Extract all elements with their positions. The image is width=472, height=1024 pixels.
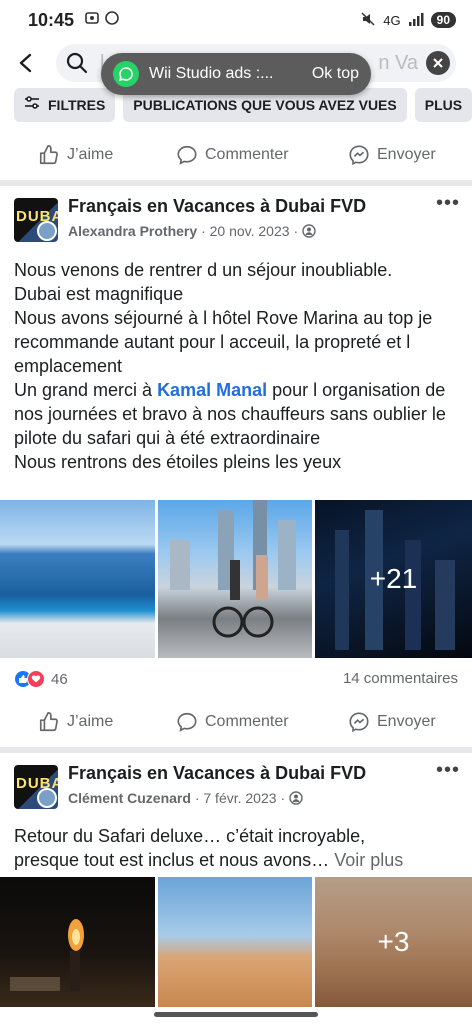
battery-level: 90	[430, 12, 456, 28]
photo-bikes-marina[interactable]	[158, 500, 312, 658]
more-options-button[interactable]: •••	[436, 192, 460, 215]
audience-icon	[302, 223, 316, 239]
close-icon	[433, 58, 443, 68]
status-bar: 10:45 4G 90	[0, 0, 472, 40]
post-photos: +21	[0, 500, 472, 658]
post-header: DUBA Français en Vacances à Dubai FVD Cl…	[0, 759, 472, 819]
whatsapp-icon	[113, 61, 139, 87]
mute-icon	[360, 11, 376, 30]
post-text-line: Nous venons de rentrer d un séjour inoub…	[14, 260, 393, 280]
author-name[interactable]: Clément Cuzenard	[68, 790, 191, 806]
love-reaction-icon	[27, 670, 45, 688]
post-text-line: Dubai est magnifique	[14, 284, 184, 304]
feed-divider	[0, 180, 472, 186]
photo-desert-dunes[interactable]	[158, 877, 312, 1007]
clear-search-button[interactable]	[426, 51, 450, 75]
more-photos-count: +3	[315, 877, 472, 1007]
status-time: 10:45	[28, 9, 75, 30]
post-text-line: Nous rentrons des étoiles pleins les yeu…	[14, 452, 342, 472]
group-avatar[interactable]: DUBA	[14, 198, 58, 242]
post-actions: J’aime Commenter Envoyer	[0, 135, 472, 175]
mention-link[interactable]: Kamal Manal	[157, 380, 267, 400]
gesture-navigation-bar[interactable]	[154, 1012, 318, 1017]
like-button[interactable]: J’aime	[38, 144, 113, 166]
search-icon	[66, 52, 88, 74]
messenger-icon	[349, 145, 369, 166]
filter-chip-label: PUBLICATIONS QUE VOUS AVEZ VUES	[133, 97, 397, 113]
comment-button[interactable]: Commenter	[176, 711, 289, 733]
author-avatar	[37, 788, 57, 808]
post-header: DUBA Français en Vacances à Dubai FVD Al…	[0, 192, 472, 252]
post-date[interactable]: 7 févr. 2023	[203, 790, 276, 806]
comment-icon	[177, 712, 197, 732]
post-text-line: Retour du Safari deluxe… c’était incroya…	[14, 826, 366, 846]
photo-fire-show[interactable]	[0, 877, 155, 1007]
post-meta: Alexandra Prothery · 20 nov. 2023 ·	[68, 223, 316, 239]
filter-chip-more[interactable]: PLUS	[414, 88, 472, 122]
group-name[interactable]: Français en Vacances à Dubai FVD	[68, 196, 366, 217]
toast-action: Ok top	[311, 65, 359, 82]
post-reactions: 46 14 commentaires	[0, 668, 472, 692]
post-meta: Clément Cuzenard · 7 févr. 2023 ·	[68, 790, 303, 806]
author-name[interactable]: Alexandra Prothery	[68, 223, 197, 239]
send-button[interactable]: Envoyer	[348, 711, 436, 733]
network-type: 4G	[383, 12, 401, 28]
comment-count[interactable]: 14 commentaires	[343, 670, 458, 687]
whatsapp-status-icon	[104, 10, 120, 31]
thumbs-up-icon	[39, 145, 58, 165]
search-text-right: n Va	[378, 51, 418, 74]
photo-night-skyline[interactable]: +21	[315, 500, 472, 658]
more-options-button[interactable]: •••	[436, 759, 460, 782]
post-photos: +3	[0, 877, 472, 1007]
post-text-line: Nous avons séjourné à l hôtel Rove Marin…	[14, 308, 433, 376]
post-body: Nous venons de rentrer d un séjour inoub…	[14, 258, 462, 474]
photo-infinity-pool[interactable]	[0, 500, 155, 658]
post-actions: J’aime Commenter Envoyer	[0, 702, 472, 742]
notification-toast[interactable]: Wii Studio ads :... Ok top	[101, 53, 371, 95]
feed-divider	[0, 747, 472, 753]
filter-chip-filtres[interactable]: FILTRES	[14, 88, 116, 122]
reaction-summary[interactable]: 46	[14, 670, 68, 688]
sliders-icon	[24, 96, 40, 114]
thumbs-up-icon	[39, 712, 58, 732]
back-button[interactable]	[6, 43, 46, 83]
post-text-line: presque tout est inclus et nous avons… V…	[14, 850, 404, 870]
post-date[interactable]: 20 nov. 2023	[210, 223, 290, 239]
reaction-count: 46	[51, 670, 68, 688]
post-body: Retour du Safari deluxe… c’était incroya…	[14, 824, 462, 872]
filter-chip-label: FILTRES	[48, 97, 106, 113]
comment-icon	[177, 145, 197, 165]
messenger-icon	[349, 712, 369, 733]
send-button[interactable]: Envoyer	[348, 144, 436, 166]
photo-desert-sand[interactable]: +3	[315, 877, 472, 1007]
more-photos-count: +21	[315, 500, 472, 658]
comment-button[interactable]: Commenter	[176, 144, 289, 166]
author-avatar	[37, 221, 57, 241]
like-button[interactable]: J’aime	[38, 711, 113, 733]
audience-icon	[289, 790, 303, 806]
post-text-line: Un grand merci à Kamal Manal pour l orga…	[14, 380, 446, 448]
group-avatar[interactable]: DUBA	[14, 765, 58, 809]
back-arrow-icon	[19, 53, 32, 73]
group-name[interactable]: Français en Vacances à Dubai FVD	[68, 763, 366, 784]
see-more-link[interactable]: Voir plus	[334, 850, 403, 870]
toast-message: Wii Studio ads :...	[149, 65, 274, 82]
filter-chip-label: PLUS	[424, 97, 463, 113]
screenshot-icon	[84, 10, 100, 31]
signal-icon	[408, 12, 424, 29]
